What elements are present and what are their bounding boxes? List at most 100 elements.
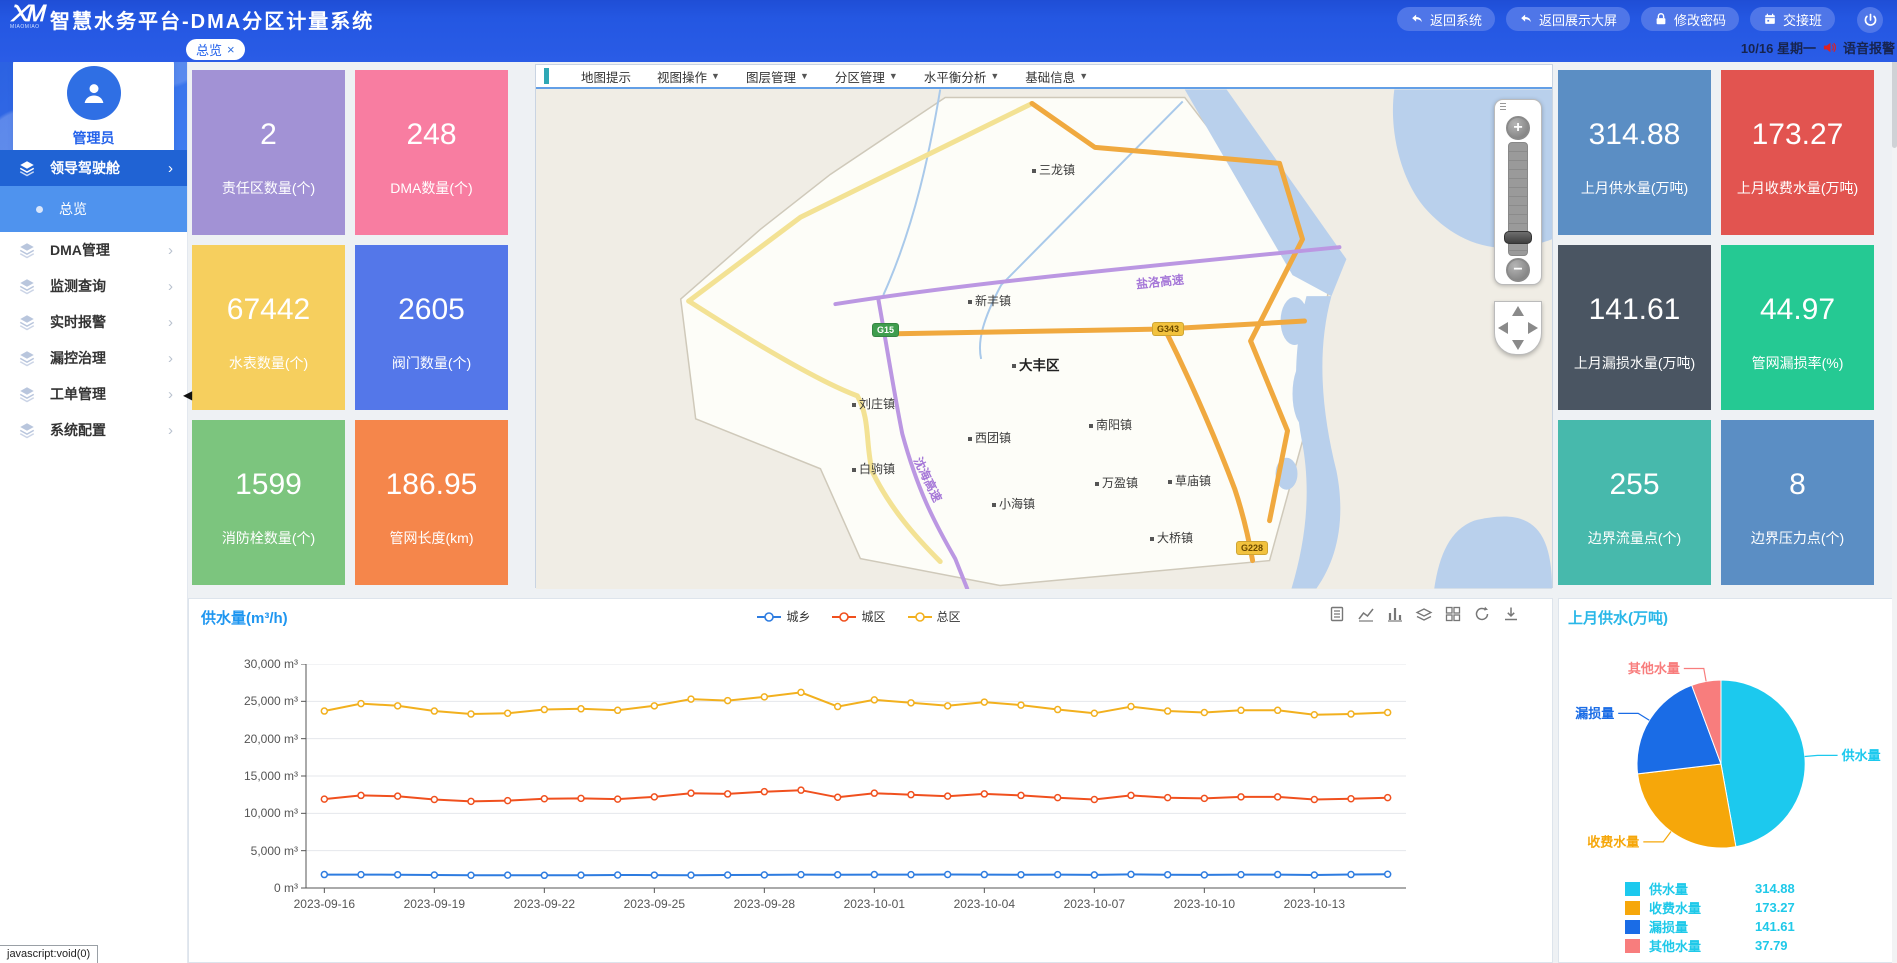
pan-left-arrow[interactable] xyxy=(1498,322,1508,334)
pie-legend-row-其他水量[interactable]: 其他水量37.79 xyxy=(1625,936,1795,955)
stat-card-阀门数量(个): 2605阀门数量(个) xyxy=(355,245,508,410)
pie-legend-row-供水量[interactable]: 供水量314.88 xyxy=(1625,879,1795,898)
stat-value: 186.95 xyxy=(355,468,508,502)
stat-value: 248 xyxy=(355,118,508,152)
y-axis-tick-label: 15,000 m³ xyxy=(206,769,298,783)
toolbox-bar-chart-icon[interactable] xyxy=(1386,605,1404,623)
header-button-3[interactable]: 修改密码 xyxy=(1641,7,1739,31)
town-marker xyxy=(1168,480,1172,484)
sidebar-item-label: DMA管理 xyxy=(50,240,110,260)
stat-label: 边界流量点(个) xyxy=(1558,528,1711,548)
toolbar-accent-bar xyxy=(544,68,549,84)
legend-value: 37.79 xyxy=(1755,938,1788,953)
map-panel: 地图提示视图操作▼图层管理▼分区管理▼水平衡分析▼基础信息▼ 三龙镇新丰镇刘庄镇… xyxy=(535,64,1553,588)
layers-icon xyxy=(18,277,36,295)
town-marker xyxy=(1089,424,1093,428)
stat-card-DMA数量(个): 248DMA数量(个) xyxy=(355,70,508,235)
toolbox-stack-icon[interactable] xyxy=(1415,605,1433,623)
sidebar-item-1[interactable]: 领导驾驶舱› xyxy=(0,150,187,186)
sidebar: 管理员 领导驾驶舱›总览DMA管理›监测查询›实时报警›漏控治理›工单管理›系统… xyxy=(0,36,188,963)
pie-legend-row-漏损量[interactable]: 漏损量141.61 xyxy=(1625,917,1795,936)
stat-label: 水表数量(个) xyxy=(192,353,345,373)
pie-slice-label: 供水量 xyxy=(1841,748,1881,763)
tab-close-icon[interactable]: × xyxy=(227,42,235,57)
pan-up-arrow[interactable] xyxy=(1512,306,1524,316)
x-axis-tick-label: 2023-09-25 xyxy=(612,897,696,911)
map-zoom-in-button[interactable]: + xyxy=(1506,116,1530,140)
header-button-label: 交接班 xyxy=(1783,10,1822,29)
toolbox-save-image-icon[interactable] xyxy=(1502,605,1520,623)
map-toolbar-分区管理[interactable]: 分区管理▼ xyxy=(835,67,898,86)
last-month-supply-pie-panel: 上月供水(万吨) 供水量收费水量漏损量其他水量 供水量314.88收费水量173… xyxy=(1558,598,1893,963)
pie-slice-label: 其他水量 xyxy=(1628,661,1680,676)
map-zoom-slider[interactable] xyxy=(1508,142,1528,256)
layers-icon xyxy=(18,159,36,177)
map-toolbar-图层管理[interactable]: 图层管理▼ xyxy=(746,67,809,86)
logo-brand-text: MIAOMIAO xyxy=(10,24,44,30)
pie-slice-供水量[interactable] xyxy=(1721,680,1805,847)
chevron-right-icon: › xyxy=(168,160,173,177)
page-scrollbar[interactable] xyxy=(1892,36,1897,963)
header-button-2[interactable]: 返回展示大屏 xyxy=(1506,7,1630,31)
map-toolbar-水平衡分析[interactable]: 水平衡分析▼ xyxy=(924,67,999,86)
map-toolbar-视图操作[interactable]: 视图操作▼ xyxy=(657,67,720,86)
pan-right-arrow[interactable] xyxy=(1528,322,1538,334)
zoom-control-grip[interactable] xyxy=(1495,100,1541,114)
stat-card-管网漏损率(%): 44.97管网漏损率(%) xyxy=(1721,245,1874,410)
stat-card-上月漏损水量(万吨): 141.61上月漏损水量(万吨) xyxy=(1558,245,1711,410)
sidebar-item-6[interactable]: 工单管理› xyxy=(0,376,187,412)
sidebar-item-3[interactable]: 监测查询› xyxy=(0,268,187,304)
map-zoom-out-button[interactable]: − xyxy=(1506,258,1530,282)
map-toolbar-基础信息[interactable]: 基础信息▼ xyxy=(1025,67,1088,86)
sidebar-collapse-handle[interactable]: ◀ xyxy=(183,388,192,402)
y-axis-tick-label: 30,000 m³ xyxy=(206,657,298,671)
toolbox-data-view-icon[interactable] xyxy=(1328,605,1346,623)
header-button-4[interactable]: 交接班 xyxy=(1750,7,1835,31)
logout-power-button[interactable] xyxy=(1857,7,1883,33)
map-town-label-草庙镇: 草庙镇 xyxy=(1168,472,1211,489)
sidebar-subitem-总览[interactable]: 总览 xyxy=(0,186,187,232)
pie-chart: 供水量收费水量漏损量其他水量 xyxy=(1559,619,1894,879)
toolbar-item-label: 地图提示 xyxy=(581,67,631,86)
sidebar-item-7[interactable]: 系统配置› xyxy=(0,412,187,448)
pie-leader-line xyxy=(1618,713,1649,720)
pie-legend: 供水量314.88收费水量173.27漏损量141.61其他水量37.79 xyxy=(1625,879,1795,955)
town-marker xyxy=(1032,169,1036,173)
toolbox-restore-icon[interactable] xyxy=(1473,605,1491,623)
sidebar-item-5[interactable]: 漏控治理› xyxy=(0,340,187,376)
map-canvas[interactable]: 三龙镇新丰镇刘庄镇西团镇南阳镇白驹镇万盈镇草庙镇小海镇大桥镇大丰区盐洛高速沈海高… xyxy=(536,87,1552,589)
road-badge-G15: G15 xyxy=(872,323,899,337)
stat-value: 67442 xyxy=(192,293,345,327)
sidebar-item-2[interactable]: DMA管理› xyxy=(0,232,187,268)
map-town-label-南阳镇: 南阳镇 xyxy=(1089,416,1132,433)
user-icon xyxy=(79,78,109,108)
map-zoom-slider-handle[interactable] xyxy=(1504,231,1532,244)
caret-down-icon: ▼ xyxy=(711,71,720,81)
map-pan-control xyxy=(1494,301,1542,355)
pan-down-arrow[interactable] xyxy=(1512,340,1524,350)
stat-card-消防栓数量(个): 1599消防栓数量(个) xyxy=(192,420,345,585)
voice-alarm-label[interactable]: 语音报警 xyxy=(1843,38,1895,57)
header-button-1[interactable]: 返回系统 xyxy=(1397,7,1495,31)
power-icon xyxy=(1863,13,1878,28)
browser-status-bar: javascript:void(0) xyxy=(0,945,98,963)
toolbox-tile-icon[interactable] xyxy=(1444,605,1462,623)
toolbar-item-label: 图层管理 xyxy=(746,67,796,86)
toolbox-line-chart-icon[interactable] xyxy=(1357,605,1375,623)
avatar xyxy=(67,66,121,120)
layers-icon xyxy=(18,313,36,331)
stat-value: 173.27 xyxy=(1721,118,1874,152)
sidebar-item-4[interactable]: 实时报警› xyxy=(0,304,187,340)
legend-item-总区[interactable]: 总区 xyxy=(908,608,961,625)
map-toolbar-地图提示[interactable]: 地图提示 xyxy=(581,67,631,86)
pie-slice-收费水量[interactable] xyxy=(1638,764,1736,848)
legend-item-城乡[interactable]: 城乡 xyxy=(757,608,810,625)
legend-label: 城区 xyxy=(861,608,885,625)
legend-label: 收费水量 xyxy=(1649,898,1755,917)
legend-item-城区[interactable]: 城区 xyxy=(832,608,885,625)
legend-swatch xyxy=(1625,920,1640,934)
tab-overview[interactable]: 总览 × xyxy=(186,39,245,60)
stat-label: 责任区数量(个) xyxy=(192,178,345,198)
pie-legend-row-收费水量[interactable]: 收费水量173.27 xyxy=(1625,898,1795,917)
town-marker xyxy=(968,437,972,441)
